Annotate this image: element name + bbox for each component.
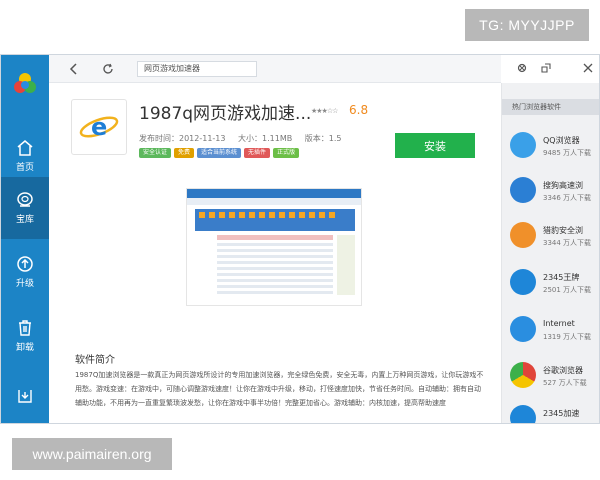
address-bar[interactable]: 网页游戏加速器 xyxy=(137,61,257,77)
sidebar: 首页 宝库 升级 卸载 xyxy=(1,55,49,423)
refresh-icon xyxy=(103,63,113,74)
home-icon xyxy=(17,140,33,156)
app-logo[interactable] xyxy=(1,55,49,113)
recommend-title: 热门浏览器软件 xyxy=(502,99,599,115)
sidebar-item-upgrade[interactable]: 升级 xyxy=(1,241,49,303)
recommend-item[interactable]: 谷歌浏览器 527 万人下载 xyxy=(502,358,599,398)
ie-icon xyxy=(510,316,536,342)
publish-time: 发布时间：2012-11-13 xyxy=(139,134,226,143)
back-button[interactable] xyxy=(65,60,83,78)
recommend-item-name: Internet xyxy=(543,319,575,328)
restore-button[interactable] xyxy=(539,61,553,75)
recommend-item-count: 527 万人下载 xyxy=(543,379,587,387)
watermark-bottom: www.paimairen.org xyxy=(12,438,172,470)
sidebar-item-label: 宝库 xyxy=(15,215,34,225)
skin-button[interactable] xyxy=(515,61,529,75)
recommend-item-name: 谷歌浏览器 xyxy=(543,366,583,375)
chevron-left-icon xyxy=(69,63,77,75)
version: 版本：1.5 xyxy=(304,134,342,143)
recommend-item[interactable]: 搜狗高速浏 3346 万人下载 xyxy=(502,173,599,213)
tag-badge: 适合当前系统 xyxy=(197,148,242,158)
tag-badge: 免费 xyxy=(174,148,195,158)
sidebar-item-label: 卸载 xyxy=(15,343,34,353)
sidebar-item-uninstall[interactable]: 卸载 xyxy=(1,305,49,367)
install-button[interactable]: 安装 xyxy=(395,133,475,158)
recommend-panel: 热门浏览器软件 QQ浏览器 9485 万人下载 搜狗高速浏 3346 万人下载 … xyxy=(501,83,599,423)
app-meta: 发布时间：2012-11-13 大小：1.11MB 版本：1.5 xyxy=(139,133,352,144)
recommend-item[interactable]: 猎豹安全浏 3344 万人下载 xyxy=(502,218,599,258)
uninstall-icon xyxy=(19,320,31,336)
rating-stars: ★★★☆☆ xyxy=(311,107,338,115)
recommend-item-count: 2501 万人下载 xyxy=(543,286,592,294)
app-icon: e xyxy=(71,99,127,155)
download-icon xyxy=(18,390,32,403)
recommend-item-count: 9485 万人下载 xyxy=(543,149,592,157)
restore-icon xyxy=(541,63,551,73)
tag-badge: 无插件 xyxy=(244,148,271,158)
recommend-item-name: 搜狗高速浏 xyxy=(543,181,583,190)
tag-badge: 安全认证 xyxy=(139,148,172,158)
upgrade-icon xyxy=(17,256,33,272)
recommend-item-name: QQ浏览器 xyxy=(543,136,580,145)
logo-icon xyxy=(14,73,36,93)
recommend-item[interactable]: 2345加速 xyxy=(502,401,599,423)
close-button[interactable] xyxy=(581,61,595,75)
recommend-item[interactable]: Internet 1319 万人下载 xyxy=(502,312,599,352)
2345-browser-icon xyxy=(510,269,536,295)
recommend-item-name: 2345王牌 xyxy=(543,273,580,282)
app-window: 首页 宝库 升级 卸载 网页游戏加速器 e 1987q网页游戏加速... ★★★… xyxy=(0,54,600,424)
ie-style-app-icon: e xyxy=(79,113,119,141)
chrome-icon xyxy=(510,362,536,388)
store-icon xyxy=(17,192,33,207)
screenshot-table xyxy=(199,212,355,295)
refresh-button[interactable] xyxy=(99,60,117,78)
tag-badge: 正式版 xyxy=(273,148,300,158)
recommend-item-count: 3346 万人下载 xyxy=(543,194,592,202)
close-icon xyxy=(583,63,593,73)
intro-title: 软件简介 xyxy=(75,355,115,366)
recommend-item-name: 2345加速 xyxy=(543,409,580,418)
sidebar-item-download[interactable] xyxy=(1,365,49,423)
tag-list: 安全认证 免费 适合当前系统 无插件 正式版 xyxy=(139,148,300,158)
main-content: 网页游戏加速器 e 1987q网页游戏加速... ★★★☆☆ 6.8 发布时间：… xyxy=(49,55,501,423)
rating-score: 6.8 xyxy=(349,103,369,117)
qq-browser-icon xyxy=(510,132,536,158)
recommend-item[interactable]: QQ浏览器 9485 万人下载 xyxy=(502,128,599,168)
svg-text:e: e xyxy=(91,113,107,141)
intro-text: 1987Q加速浏览器是一款真正为网页游戏所设计的专用加速浏览器，完全绿色免费，安… xyxy=(75,371,484,407)
app-title: 1987q网页游戏加速... xyxy=(139,104,312,124)
sidebar-item-label: 升级 xyxy=(15,279,34,289)
2345-speed-icon xyxy=(510,405,536,423)
recommend-item-count: 3344 万人下载 xyxy=(543,239,592,247)
watermark-top: TG: MYYJJPP xyxy=(465,9,589,41)
settings-icon xyxy=(517,63,527,73)
recommend-item-count: 1319 万人下载 xyxy=(543,333,592,341)
app-screenshot[interactable] xyxy=(186,188,362,306)
sogou-browser-icon xyxy=(510,177,536,203)
recommend-item-name: 猎豹安全浏 xyxy=(543,226,583,235)
file-size: 大小：1.11MB xyxy=(238,134,293,143)
sidebar-item-store[interactable]: 宝库 xyxy=(1,177,49,239)
recommend-item[interactable]: 2345王牌 2501 万人下载 xyxy=(502,265,599,305)
toolbar: 网页游戏加速器 xyxy=(49,55,501,83)
liebao-browser-icon xyxy=(510,222,536,248)
sidebar-item-label: 首页 xyxy=(15,163,34,173)
